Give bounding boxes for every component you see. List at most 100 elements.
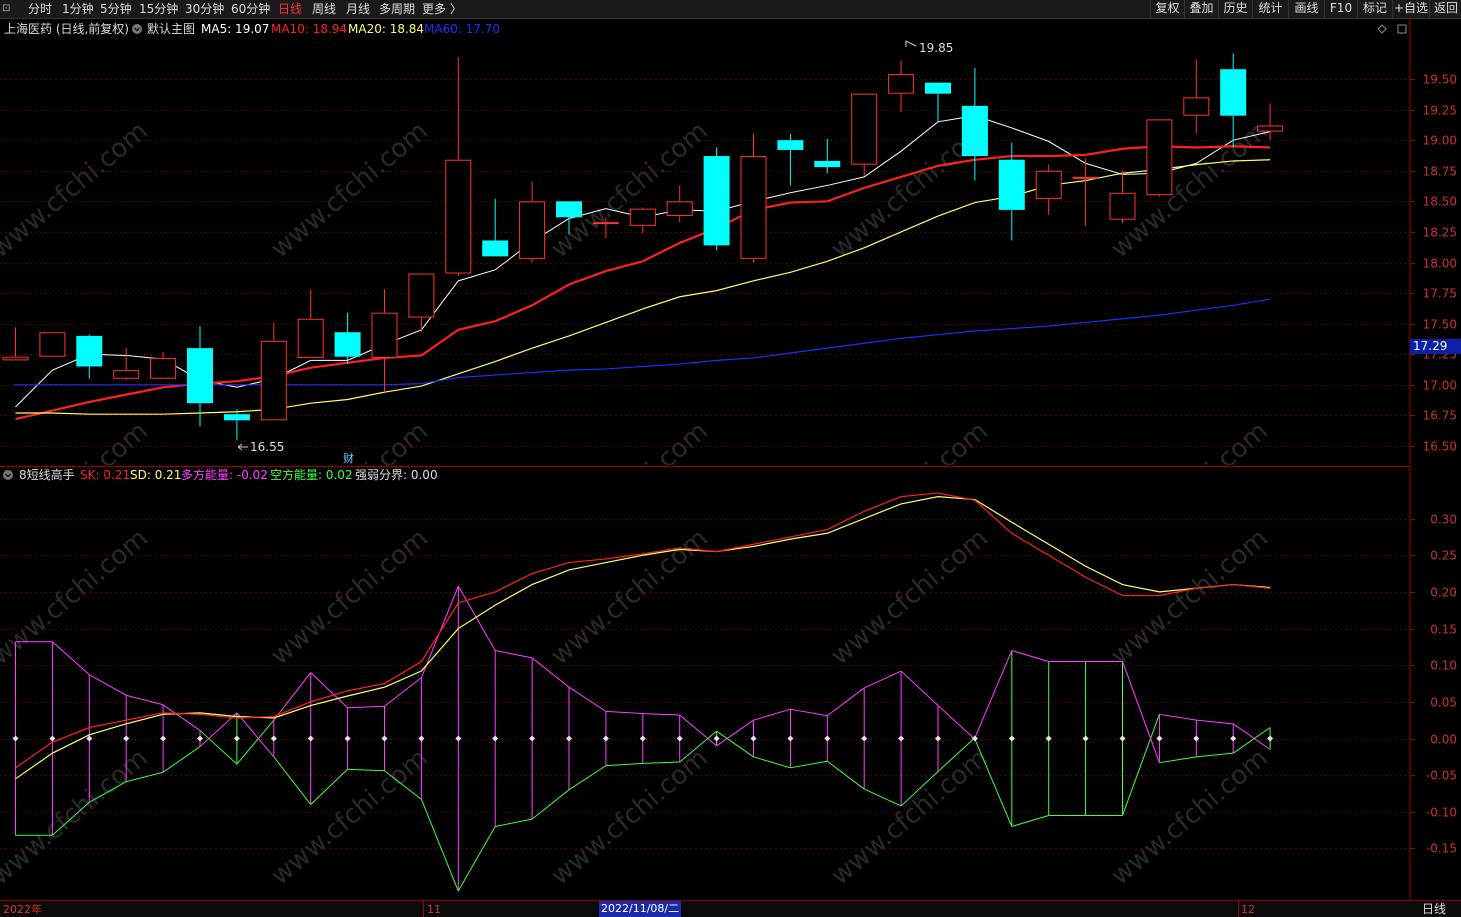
finance-report-marker[interactable]: 财 — [343, 451, 354, 465]
tab-multi-period[interactable]: 多周期 — [379, 1, 415, 17]
tab-month[interactable]: 月线 — [346, 1, 370, 17]
candle-body-up — [408, 273, 435, 318]
candlestick-chart[interactable]: www.cfchi.com www.cfchi.com www.cfchi.com w… — [0, 19, 1461, 465]
price-tick-label: 19.50 — [1423, 73, 1457, 87]
candle-body-down — [482, 240, 509, 257]
history-button[interactable]: 历史 — [1218, 0, 1252, 18]
template-dropdown-icon[interactable] — [132, 24, 142, 34]
ma5-value: MA5: 19.07 — [201, 22, 269, 36]
month-12-label: 12 — [1241, 903, 1255, 916]
svg-text:17.29: 17.29 — [1413, 339, 1447, 353]
f10-button[interactable]: F10 — [1324, 0, 1357, 18]
overlay-button[interactable]: 叠加 — [1184, 0, 1218, 18]
candle-body-up — [1035, 170, 1062, 199]
candle-body-up — [260, 340, 287, 421]
tab-60min[interactable]: 60分钟 — [231, 1, 270, 17]
candle-body-down — [777, 140, 804, 150]
month-11-label: 11 — [427, 903, 441, 916]
candle-body-down — [334, 332, 361, 357]
indicator-tick-label: 0.05 — [1430, 696, 1457, 710]
short-energy-value: 空方能量: 0.02 — [270, 467, 353, 482]
price-tick-label: 17.00 — [1423, 379, 1457, 393]
indicator-tick-label: -0.10 — [1426, 806, 1457, 820]
indicator-legend: 8短线高手 SK: 0.21 SD: 0.21 多方能量: -0.02 空方能量… — [3, 467, 438, 482]
svg-text:16.55: 16.55 — [250, 440, 284, 454]
indicator-tick-label: 0.20 — [1430, 586, 1457, 600]
candle[interactable] — [1146, 119, 1173, 197]
fuquan-button[interactable]: 复权 — [1150, 0, 1184, 18]
candle-body-down — [187, 348, 213, 404]
indicator-tick-label: 0.15 — [1430, 623, 1457, 637]
tab-day[interactable]: 日线 — [278, 1, 302, 17]
period-toolbar: ⊡ 分时 1分钟 5分钟 15分钟 30分钟 60分钟 日线 周线 月线 多周期… — [0, 0, 1461, 19]
tab-1min[interactable]: 1分钟 — [62, 1, 94, 17]
sd-value: SD: 0.21 — [130, 468, 181, 482]
candle-body-down — [556, 201, 582, 218]
candle-body-up — [297, 318, 324, 358]
price-tick-label: 18.00 — [1423, 257, 1457, 271]
candle-body-up — [1109, 192, 1136, 220]
indicator-tick-label: 0.10 — [1430, 659, 1457, 673]
sk-value: SK: 0.21 — [80, 468, 130, 482]
tab-30min[interactable]: 30分钟 — [185, 1, 224, 17]
candle-body-down — [998, 159, 1025, 210]
indicator-tick-label: 0.30 — [1430, 513, 1457, 527]
indicator-tick-label: -0.05 — [1426, 769, 1457, 783]
indicator-tick-label: -0.15 — [1426, 842, 1457, 856]
price-tick-label: 17.75 — [1423, 287, 1457, 301]
mark-button[interactable]: 标记 — [1357, 0, 1392, 18]
year-label: 2022年 — [3, 903, 42, 916]
candle-body-down — [703, 156, 730, 246]
template-name: 默认主图 — [147, 21, 195, 36]
candle[interactable] — [39, 332, 66, 357]
window-menu-icon[interactable]: ⊡ — [2, 1, 10, 17]
candle-body-up — [740, 156, 767, 259]
candle-body-down — [223, 414, 250, 421]
candle[interactable] — [703, 147, 730, 251]
candle-body-up — [851, 93, 878, 165]
candle-body-up — [39, 332, 66, 357]
svg-text:19.85: 19.85 — [919, 41, 953, 55]
stock-title: 上海医药 (日线,前复权) — [4, 21, 129, 36]
candle-body-up — [629, 208, 656, 226]
candle-body-down — [961, 105, 988, 157]
candle[interactable] — [851, 93, 878, 176]
boundary-value: 强弱分界: 0.00 — [355, 468, 438, 482]
indicator-tick-label: 0.00 — [1430, 733, 1457, 747]
tab-fenshi[interactable]: 分时 — [28, 1, 52, 17]
candle-body-up — [2, 356, 29, 361]
candle-body-down — [76, 335, 103, 367]
tab-5min[interactable]: 5分钟 — [100, 1, 132, 17]
price-tick-label: 18.25 — [1423, 226, 1457, 240]
candle-body-down — [1220, 69, 1247, 116]
indicator-tick-label: 0.25 — [1430, 549, 1457, 563]
candle-body-down — [814, 160, 841, 168]
draw-button[interactable]: 画线 — [1288, 0, 1324, 18]
period-label[interactable]: 日线 — [1422, 902, 1446, 917]
time-axis: 2022年 11 2022/11/08/二 12 日线 — [0, 900, 1461, 917]
candle-body-up — [445, 159, 472, 274]
main-legend: 上海医药 (日线,前复权) 默认主图 MA5: 19.07 MA10: 18.9… — [4, 21, 500, 36]
add-watchlist-button[interactable]: +自选 — [1392, 0, 1429, 18]
indicator-chart[interactable]: www.cfchi.com www.cfchi.com www.cfchi.com w… — [0, 466, 1461, 900]
ma60-value: MA60: 17.70 — [424, 22, 500, 36]
candle-body-down — [925, 82, 951, 94]
price-tick-label: 19.00 — [1423, 134, 1457, 148]
back-button[interactable]: 返回 — [1429, 0, 1461, 18]
current-price-tag: 17.29 — [1410, 339, 1461, 354]
long-energy-value: 多方能量: -0.02 — [181, 467, 268, 482]
tab-week[interactable]: 周线 — [312, 1, 336, 17]
price-tick-label: 18.75 — [1423, 165, 1457, 179]
candle-body-up — [1183, 97, 1210, 116]
candle-body-up — [519, 201, 546, 259]
price-tick-label: 19.25 — [1423, 104, 1457, 118]
price-tick-label: 16.50 — [1423, 440, 1457, 454]
stats-button[interactable]: 统计 — [1252, 0, 1288, 18]
tab-more[interactable]: 更多 〉 — [422, 1, 462, 17]
indicator-name: 8短线高手 — [19, 467, 75, 482]
indicator-dropdown-icon[interactable] — [3, 470, 13, 480]
tab-15min[interactable]: 15分钟 — [139, 1, 178, 17]
candle-body-up — [1146, 119, 1173, 196]
candle-body-up — [150, 357, 177, 379]
candle-body-up — [1072, 176, 1099, 179]
